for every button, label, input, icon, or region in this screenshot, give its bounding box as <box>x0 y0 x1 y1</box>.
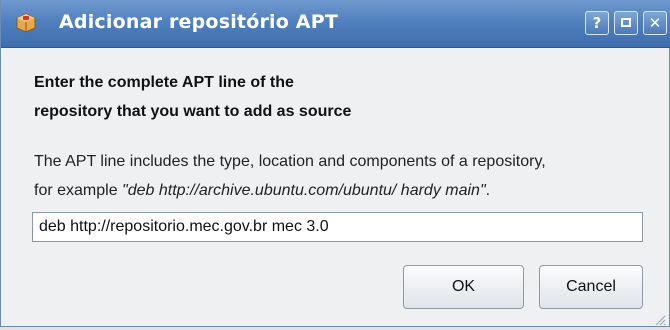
close-icon: ✕ <box>648 14 662 32</box>
example-apt-line: "deb http://archive.ubuntu.com/ubuntu/ h… <box>122 182 486 199</box>
description-suffix: . <box>485 182 491 199</box>
heading-line-2: repository that you want to add as sourc… <box>34 103 352 120</box>
dialog-description: The APT line includes the type, location… <box>34 147 546 205</box>
maximize-icon <box>621 18 631 27</box>
help-icon: ? <box>592 14 602 32</box>
description-line-2: for example "deb http://archive.ubuntu.c… <box>34 176 546 205</box>
maximize-button[interactable] <box>614 11 638 35</box>
dialog-window: Adicionar repositório APT ? ✕ Enter the … <box>0 0 670 327</box>
apt-line-input[interactable] <box>32 212 643 242</box>
package-icon <box>15 12 37 34</box>
ok-button[interactable]: OK <box>403 265 524 309</box>
window-title: Adicionar repositório APT <box>59 11 338 33</box>
resize-grip-icon[interactable] <box>654 311 666 326</box>
help-button[interactable]: ? <box>585 11 609 35</box>
description-prefix: for example <box>34 182 123 199</box>
close-button[interactable]: ✕ <box>643 11 667 35</box>
heading-line-1: Enter the complete APT line of the <box>34 74 294 91</box>
description-line-1: The APT line includes the type, location… <box>34 153 546 170</box>
title-bar[interactable]: Adicionar repositório APT ? ✕ <box>1 0 670 48</box>
dialog-heading: Enter the complete APT line of the repos… <box>34 68 351 126</box>
cancel-button[interactable]: Cancel <box>539 265 643 309</box>
